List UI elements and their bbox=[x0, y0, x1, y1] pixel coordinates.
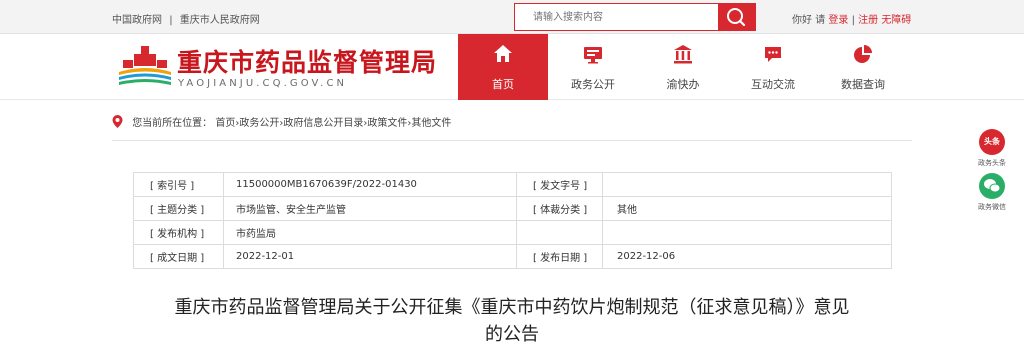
breadcrumb-policy-docs[interactable]: 政策文件 bbox=[367, 118, 407, 129]
table-row: [ 索引号 ] 11500000MB1670639F/2022-01430 [ … bbox=[133, 172, 892, 197]
link-cq-gov[interactable]: 重庆市人民政府网 bbox=[180, 15, 260, 26]
meta-key: [ 成文日期 ] bbox=[133, 244, 224, 269]
search-icon bbox=[727, 8, 746, 27]
article-title-line2: 的公告 bbox=[485, 324, 539, 345]
meta-value bbox=[602, 172, 892, 197]
login-link[interactable]: 登录 bbox=[828, 15, 848, 26]
user-links: 你好 请 登录 | 注册 无障碍 bbox=[792, 11, 911, 26]
breadcrumb-divider bbox=[112, 140, 912, 141]
please-text: 请 bbox=[815, 15, 826, 26]
nav-label-gov-affairs: 政务公开 bbox=[571, 78, 615, 91]
breadcrumb: 您当前所在位置： 首页›政务公开›政府信息公开目录›政策文件›其他文件 bbox=[112, 114, 451, 129]
link-china-gov[interactable]: 中国政府网 bbox=[112, 15, 162, 26]
top-bar: 中国政府网 | 重庆市人民政府网 你好 请 登录 | 注册 无障碍 bbox=[0, 0, 1024, 34]
wechat-icon bbox=[979, 173, 1005, 199]
meta-key bbox=[516, 220, 603, 245]
meta-value: 11500000MB1670639F/2022-01430 bbox=[223, 172, 517, 197]
monitor-icon bbox=[584, 47, 602, 64]
table-row: [ 成文日期 ] 2022-12-01 [ 发布日期 ] 2022-12-06 bbox=[133, 244, 892, 269]
site-title[interactable]: 重庆市药品监督管理局 bbox=[177, 43, 437, 79]
link-separator: | bbox=[169, 15, 173, 26]
chat-icon bbox=[765, 47, 781, 62]
breadcrumb-prefix: 您当前所在位置： bbox=[132, 118, 213, 129]
meta-key: [ 发文字号 ] bbox=[516, 172, 603, 197]
wechat-bubbles-icon bbox=[984, 179, 1001, 193]
wechat-float-button[interactable]: 政务微信 bbox=[975, 173, 1009, 212]
nav-label-data-query: 数据查询 bbox=[841, 78, 885, 91]
nav-item-interaction[interactable]: 互动交流 bbox=[728, 34, 818, 100]
nav-label-yukuaiban: 渝快办 bbox=[666, 78, 700, 91]
bank-icon bbox=[674, 45, 692, 64]
meta-value: 市药监局 bbox=[223, 220, 517, 245]
nav-item-data-query[interactable]: 数据查询 bbox=[818, 34, 908, 100]
toutiao-float-button[interactable]: 头条 政务头条 bbox=[975, 129, 1009, 168]
breadcrumb-home[interactable]: 首页 bbox=[215, 118, 235, 129]
accessibility-link[interactable]: 无障碍 bbox=[881, 15, 911, 26]
site-logo-icon[interactable] bbox=[117, 44, 173, 90]
pie-chart-icon bbox=[854, 45, 872, 63]
article-title-line1: 重庆市药品监督管理局关于公开征集《重庆市中药饮片炮制规范（征求意见稿）》意见 bbox=[174, 297, 850, 318]
main-nav: 首页 政务公开 渝快办 互动交流 数据查询 bbox=[458, 34, 908, 100]
toutiao-badge-text: 头条 bbox=[984, 137, 1000, 146]
document-meta-table: [ 索引号 ] 11500000MB1670639F/2022-01430 [ … bbox=[133, 172, 892, 269]
meta-value: 2022-12-06 bbox=[602, 244, 892, 269]
greeting-text: 你好 bbox=[792, 15, 812, 26]
nav-label-home: 首页 bbox=[492, 78, 514, 91]
nav-item-gov-affairs[interactable]: 政务公开 bbox=[548, 34, 638, 100]
location-pin-icon bbox=[112, 115, 123, 128]
search-box bbox=[514, 3, 756, 31]
nav-item-home[interactable]: 首页 bbox=[458, 34, 548, 100]
meta-key: [ 发布日期 ] bbox=[516, 244, 603, 269]
meta-key: [ 发布机构 ] bbox=[133, 220, 224, 245]
search-button[interactable] bbox=[718, 4, 755, 30]
article-title: 重庆市药品监督管理局关于公开征集《重庆市中药饮片炮制规范（征求意见稿）》意见 的… bbox=[112, 294, 912, 348]
meta-key: [ 体裁分类 ] bbox=[516, 196, 603, 221]
meta-value: 市场监管、安全生产监管 bbox=[223, 196, 517, 221]
meta-key: [ 索引号 ] bbox=[133, 172, 224, 197]
breadcrumb-gov-affairs[interactable]: 政务公开 bbox=[239, 118, 279, 129]
table-row: [ 发布机构 ] 市药监局 bbox=[133, 220, 892, 245]
home-icon bbox=[494, 45, 512, 62]
meta-key: [ 主题分类 ] bbox=[133, 196, 224, 221]
breadcrumb-info-catalog[interactable]: 政府信息公开目录 bbox=[283, 118, 363, 129]
breadcrumb-other-docs[interactable]: 其他文件 bbox=[411, 118, 451, 129]
user-divider: | bbox=[851, 15, 855, 26]
top-links: 中国政府网 | 重庆市人民政府网 bbox=[112, 11, 264, 26]
meta-value: 2022-12-01 bbox=[223, 244, 517, 269]
toutiao-label: 政务头条 bbox=[978, 159, 1006, 167]
register-link[interactable]: 注册 bbox=[858, 15, 878, 26]
search-input[interactable] bbox=[515, 4, 719, 30]
meta-value bbox=[602, 220, 892, 245]
toutiao-icon: 头条 bbox=[979, 129, 1005, 155]
wechat-label: 政务微信 bbox=[978, 203, 1006, 211]
nav-item-yukuaiban[interactable]: 渝快办 bbox=[638, 34, 728, 100]
meta-value: 其他 bbox=[602, 196, 892, 221]
site-header: 重庆市药品监督管理局 YAOJIANJU.CQ.GOV.CN 首页 政务公开 渝… bbox=[0, 34, 1024, 100]
nav-label-interaction: 互动交流 bbox=[751, 78, 795, 91]
site-domain: YAOJIANJU.CQ.GOV.CN bbox=[178, 78, 348, 89]
table-row: [ 主题分类 ] 市场监管、安全生产监管 [ 体裁分类 ] 其他 bbox=[133, 196, 892, 221]
